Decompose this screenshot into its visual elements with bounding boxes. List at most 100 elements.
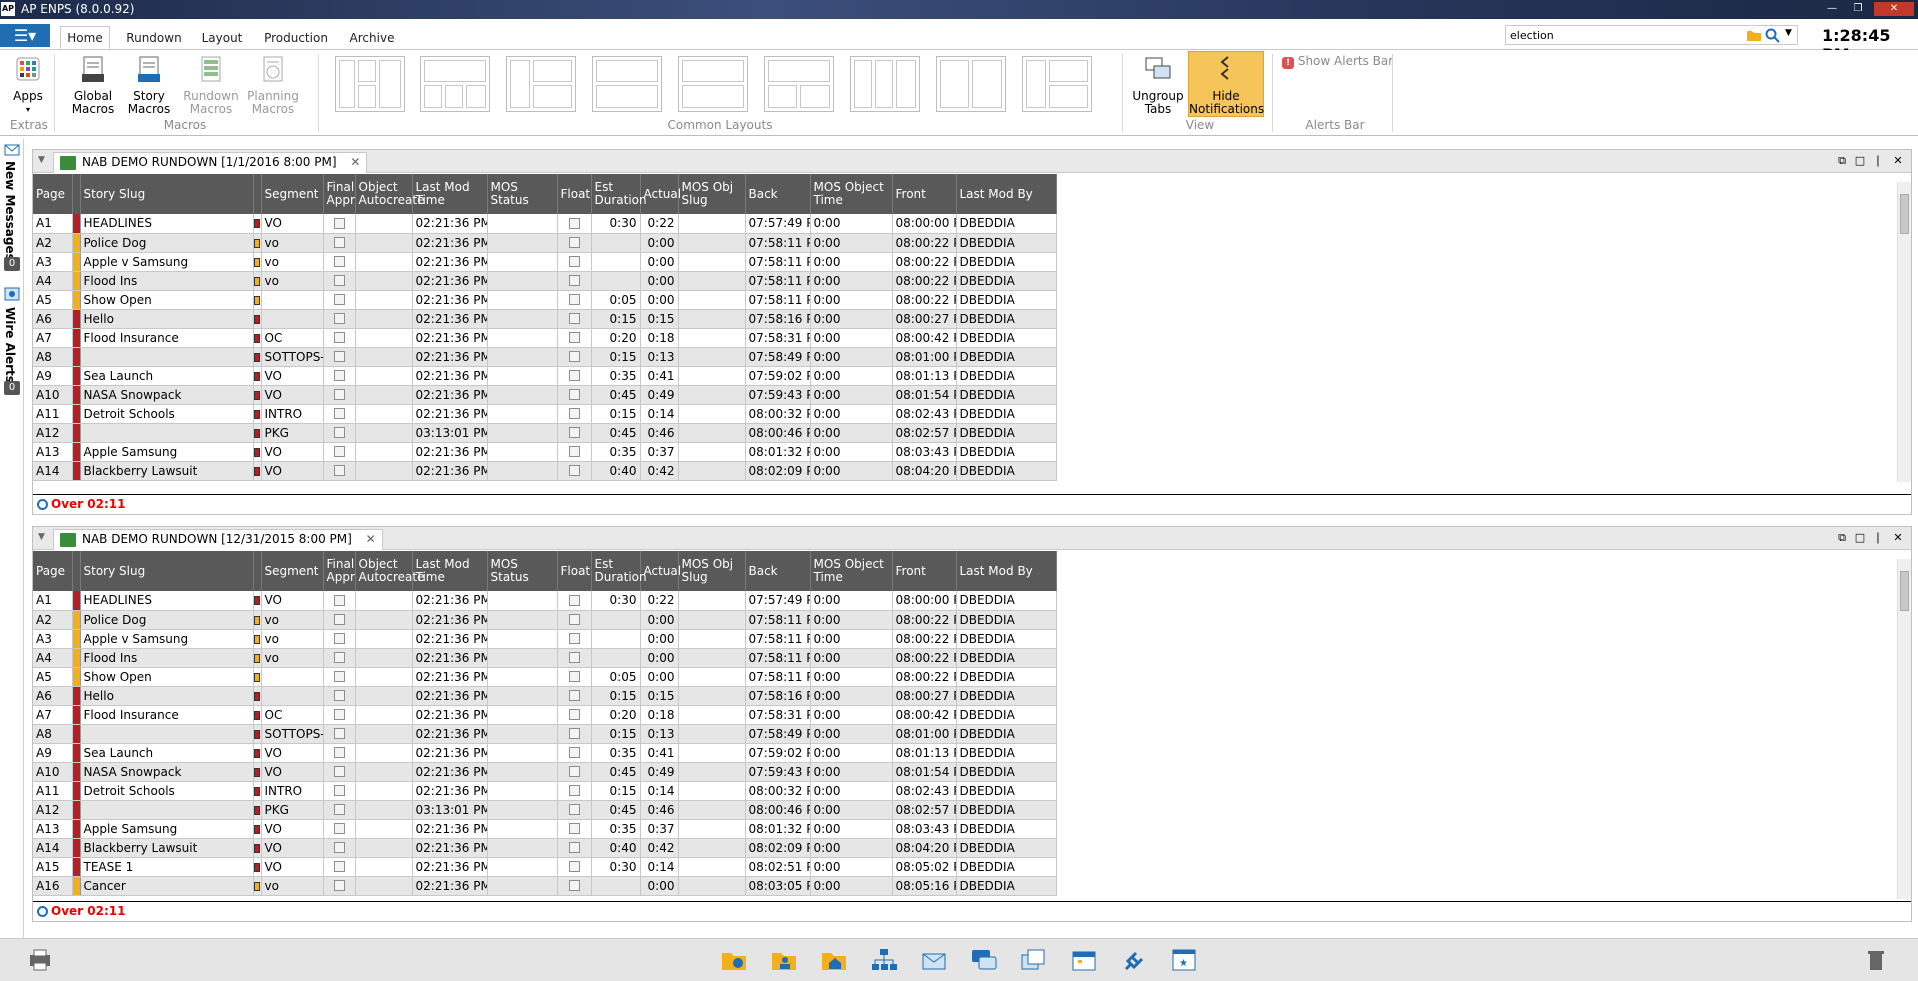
col-mos-obj-slug-cell[interactable] <box>678 328 746 348</box>
col-final-appr-cell[interactable] <box>323 648 356 668</box>
col-segment-cell[interactable]: OC <box>261 328 324 348</box>
col-mos-object-time-cell[interactable]: 0:00 <box>810 233 893 253</box>
col-mos-status-cell[interactable] <box>487 724 558 744</box>
layout-thumb-1[interactable] <box>335 56 405 112</box>
col-mos-obj-slug-cell[interactable] <box>678 252 746 272</box>
checkbox[interactable] <box>568 785 580 796</box>
col-last-mod-by-cell[interactable]: DBEDDIA <box>956 252 1057 272</box>
col-status-cell[interactable] <box>72 743 81 763</box>
col-status-cell[interactable] <box>72 705 81 725</box>
layout-thumb-9[interactable] <box>1022 56 1092 112</box>
col-float-cell[interactable] <box>557 667 592 687</box>
col-actual-cell[interactable]: 0:37 <box>640 819 679 839</box>
col-object-autocreate-cell[interactable] <box>355 271 413 291</box>
col-page-cell[interactable]: A10 <box>33 385 73 405</box>
col-front-cell[interactable]: 08:04:20 PM <box>892 838 957 858</box>
col-float-cell[interactable] <box>557 423 592 443</box>
col-float-cell[interactable] <box>557 743 592 763</box>
col-back-cell[interactable]: 07:58:16 PM <box>745 686 811 706</box>
col-mos-object-time-cell[interactable]: 0:00 <box>810 819 893 839</box>
col-mos-obj-slug-cell[interactable] <box>678 743 746 763</box>
col-last-mod-by-cell[interactable]: DBEDDIA <box>956 629 1057 649</box>
col-last-mod-by-header[interactable]: Last Mod By <box>956 174 1057 214</box>
col-float-cell[interactable] <box>557 610 592 630</box>
col-page-cell[interactable]: A14 <box>33 461 73 481</box>
col-mos-object-time-cell[interactable]: 0:00 <box>810 328 893 348</box>
col-last-mod-by-header[interactable]: Last Mod By <box>956 551 1057 591</box>
col-actual-cell[interactable]: 0:46 <box>640 423 679 443</box>
checkbox[interactable] <box>568 332 580 343</box>
col-back-cell[interactable]: 07:58:31 PM <box>745 705 811 725</box>
col-final-appr-cell[interactable] <box>323 290 356 310</box>
col-segmark-cell[interactable] <box>253 610 262 630</box>
col-object-autocreate-cell[interactable] <box>355 781 413 801</box>
col-mos-obj-slug-cell[interactable] <box>678 781 746 801</box>
col-final-appr-cell[interactable] <box>323 629 356 649</box>
col-mos-obj-slug-header[interactable]: MOS Obj Slug <box>678 174 746 214</box>
col-final-appr-cell[interactable] <box>323 762 356 782</box>
col-status-cell[interactable] <box>72 252 81 272</box>
col-page-cell[interactable]: A10 <box>33 762 73 782</box>
col-float-cell[interactable] <box>557 252 592 272</box>
col-page-cell[interactable]: A11 <box>33 404 73 424</box>
wire-alerts-label[interactable]: Wire Alerts <box>3 307 17 383</box>
col-story-slug-header[interactable]: Story Slug <box>80 551 254 591</box>
col-actual-cell[interactable]: 0:42 <box>640 838 679 858</box>
tab-home[interactable]: Home <box>60 26 110 49</box>
checkbox[interactable] <box>568 880 580 891</box>
col-final-appr-cell[interactable] <box>323 214 356 234</box>
col-back-cell[interactable]: 08:02:09 PM <box>745 838 811 858</box>
col-story-slug-cell[interactable]: Blackberry Lawsuit <box>80 838 254 858</box>
checkbox[interactable] <box>568 594 580 606</box>
col-last-mod-time-cell[interactable]: 02:21:36 PM <box>412 328 488 348</box>
col-front-cell[interactable]: 08:02:57 PM <box>892 800 957 820</box>
col-page-cell[interactable]: A7 <box>33 705 73 725</box>
rundown-row[interactable]: A12 PKG 03:13:01 PM 0:450:46 08:00:46 PM0:00… <box>33 423 1057 443</box>
col-mos-object-time-cell[interactable]: 0:00 <box>810 800 893 820</box>
col-final-appr-cell[interactable] <box>323 328 356 348</box>
col-story-slug-cell[interactable]: NASA Snowpack <box>80 762 254 782</box>
col-back-cell[interactable]: 07:58:11 PM <box>745 271 811 291</box>
col-mos-obj-slug-cell[interactable] <box>678 271 746 291</box>
col-last-mod-time-cell[interactable]: 02:21:36 PM <box>412 366 488 386</box>
col-mos-status-cell[interactable] <box>487 252 558 272</box>
checkbox[interactable] <box>333 766 345 777</box>
col-mos-obj-slug-cell[interactable] <box>678 629 746 649</box>
col-actual-cell[interactable]: 0:15 <box>640 686 679 706</box>
col-back-header[interactable]: Back <box>745 174 811 214</box>
col-est-duration-cell[interactable]: 0:15 <box>591 309 641 329</box>
col-final-appr-cell[interactable] <box>323 781 356 801</box>
col-object-autocreate-cell[interactable] <box>355 705 413 725</box>
col-mos-status-cell[interactable] <box>487 233 558 253</box>
col-mos-object-time-cell[interactable]: 0:00 <box>810 404 893 424</box>
col-status-cell[interactable] <box>72 214 81 234</box>
col-story-slug-cell[interactable]: Hello <box>80 686 254 706</box>
col-segment-cell[interactable]: VO <box>261 385 324 405</box>
col-float-cell[interactable] <box>557 271 592 291</box>
col-page-cell[interactable]: A1 <box>33 591 73 611</box>
col-actual-header[interactable]: Actual <box>640 551 681 591</box>
col-mos-status-cell[interactable] <box>487 800 558 820</box>
checkbox[interactable] <box>333 427 345 438</box>
rundown-row[interactable]: A10 NASA Snowpack VO 02:21:36 PM 0:45 0:49 07:… <box>33 385 1057 405</box>
col-segmark-cell[interactable] <box>253 724 262 744</box>
col-float-cell[interactable] <box>557 838 592 858</box>
col-segmark-cell[interactable] <box>253 591 262 611</box>
col-segmark-cell[interactable] <box>253 743 262 763</box>
col-segment-header[interactable]: Segment <box>261 551 324 591</box>
col-object-autocreate-cell[interactable] <box>355 800 413 820</box>
checkbox[interactable] <box>333 237 345 248</box>
col-last-mod-time-cell[interactable]: 02:21:36 PM <box>412 347 488 367</box>
col-front-cell[interactable]: 08:00:27 PM <box>892 309 957 329</box>
col-front-cell[interactable]: 08:03:43 PM <box>892 819 957 839</box>
col-actual-cell[interactable]: 0:00 <box>640 290 679 310</box>
col-mos-object-time-cell[interactable]: 0:00 <box>810 876 893 896</box>
col-front-cell[interactable]: 08:00:22 PM <box>892 290 957 310</box>
printer-icon[interactable] <box>26 947 54 973</box>
col-page-cell[interactable]: A2 <box>33 610 73 630</box>
rundown-row[interactable]: A9 Sea Launch VO 02:21:36 PM 0:35 0:41 07:59:0… <box>33 366 1057 386</box>
col-front-cell[interactable]: 08:00:00 PM <box>892 214 957 234</box>
col-float-cell[interactable] <box>557 347 592 367</box>
rundown-row[interactable]: A15 TEASE 1 VO 02:21:36 PM 0:30 0:14 08:02:51 … <box>33 857 1057 877</box>
app-menu-button[interactable]: ☰▾ <box>0 24 50 47</box>
